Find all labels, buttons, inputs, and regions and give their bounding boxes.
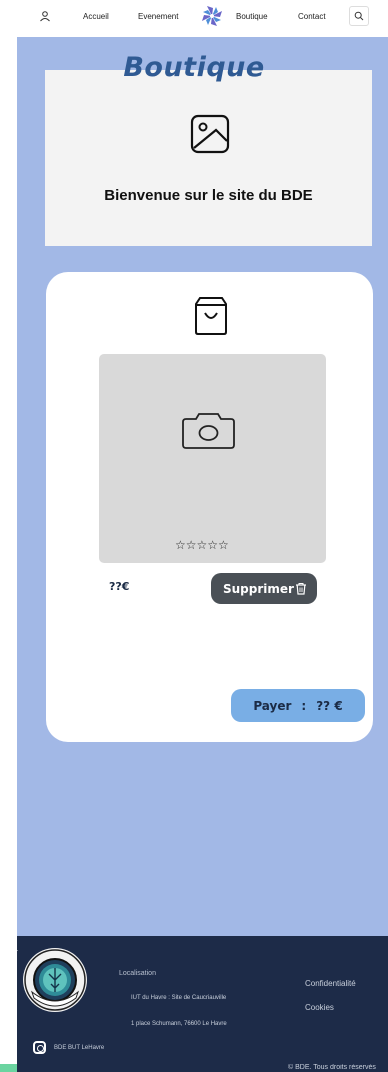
nav-link-contact[interactable]: Contact: [298, 12, 326, 21]
footer-localisation-label: Localisation: [119, 970, 156, 977]
search-icon[interactable]: [349, 6, 369, 26]
nav-link-evenement[interactable]: Evenement: [138, 12, 178, 21]
top-nav: Accueil Evenement Boutique Contact: [17, 0, 388, 36]
product-price: ??€: [109, 580, 130, 593]
image-placeholder-icon: [190, 114, 230, 154]
welcome-text: Bienvenue sur le site du BDE: [104, 187, 313, 204]
shopping-bag-icon: [194, 296, 228, 336]
instagram-icon[interactable]: [33, 1041, 46, 1054]
bde-informatique-logo: [20, 946, 90, 1014]
pay-button[interactable]: Payer : ?? €: [231, 689, 365, 722]
rating-stars[interactable]: ☆☆☆☆☆: [175, 538, 229, 552]
product-card[interactable]: [99, 354, 326, 563]
nav-link-boutique[interactable]: Boutique: [236, 12, 268, 21]
delete-button[interactable]: Supprimer: [211, 573, 317, 604]
bde-logo-icon[interactable]: [201, 5, 223, 27]
pay-total: ?? €: [316, 698, 343, 713]
copyright-text: © BDE. Tous droits réservés: [288, 1064, 376, 1071]
footer-link-confidentialite[interactable]: Confidentialité: [305, 979, 356, 988]
footer-logo-text-bottom: LE HAVRE: [17, 950, 18, 951]
page-title: Boutique: [123, 52, 265, 83]
footer-address-line1: IUT du Havre : Site de Caucriauville: [131, 995, 227, 1001]
pay-separator: :: [301, 698, 307, 713]
decorative-strip: [0, 1064, 17, 1072]
page: Accueil Evenement Boutique Contact Bouti…: [0, 0, 388, 1072]
nav-link-accueil[interactable]: Accueil: [83, 12, 109, 21]
hero-banner: [45, 70, 372, 246]
footer-address-line2: 1 place Schumann, 76600 Le Havre: [131, 1021, 227, 1027]
trash-icon: [295, 582, 307, 595]
camera-icon: [181, 413, 236, 449]
delete-button-label: Supprimer: [223, 581, 294, 596]
instagram-handle[interactable]: BDE BUT LeHavre: [54, 1045, 104, 1051]
pay-button-label: Payer: [253, 698, 292, 713]
footer-link-cookies[interactable]: Cookies: [305, 1003, 334, 1012]
user-icon[interactable]: [38, 9, 52, 23]
